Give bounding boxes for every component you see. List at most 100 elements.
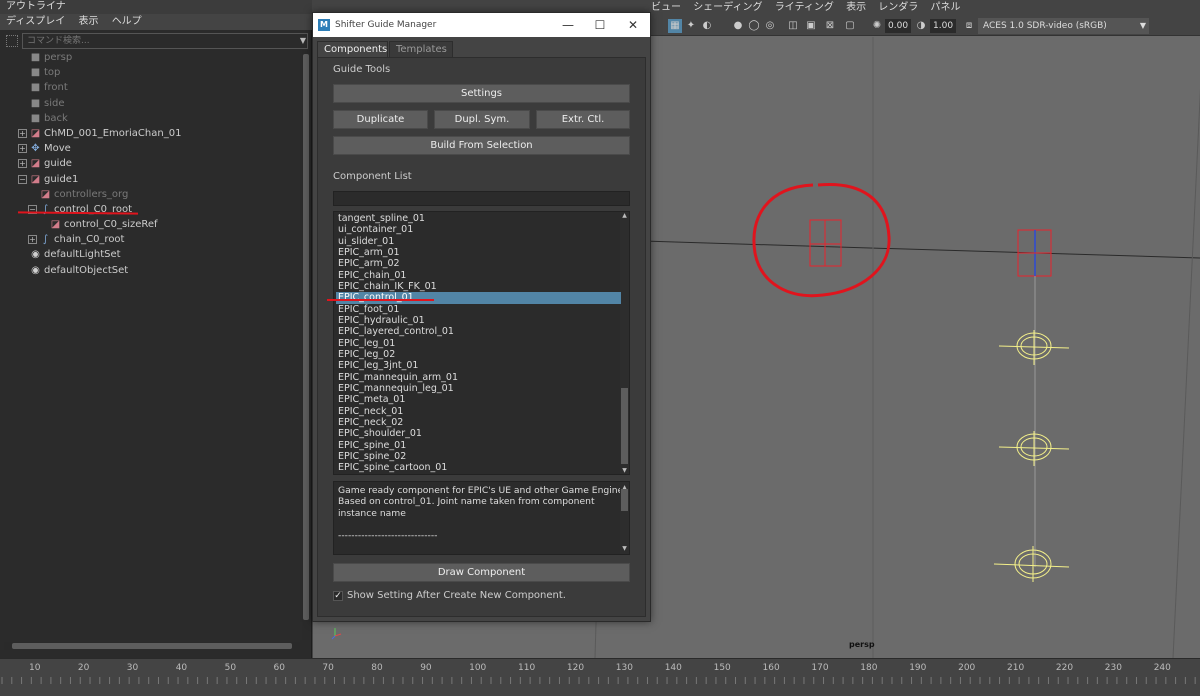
maximize-icon[interactable]: ☐: [585, 13, 615, 37]
isolate-icon[interactable]: ◫: [786, 19, 800, 33]
close-icon[interactable]: ✕: [618, 13, 648, 37]
gamma-icon[interactable]: ◑: [914, 19, 928, 33]
dupl-sym-button[interactable]: Dupl. Sym.: [434, 110, 530, 129]
exposure-field[interactable]: 0.00: [885, 19, 912, 33]
draw-component-button[interactable]: Draw Component: [333, 563, 630, 582]
chain-guide-joint-1[interactable]: [998, 330, 1070, 365]
scroll-down-icon[interactable]: ▼: [621, 543, 628, 554]
outliner-vertical-scrollbar[interactable]: [302, 50, 310, 640]
menu-show[interactable]: 表示: [846, 2, 866, 13]
outliner-item[interactable]: ■ back: [0, 111, 300, 126]
menu-help[interactable]: ヘルプ: [112, 16, 142, 27]
component-list-item[interactable]: ui_slider_01: [336, 236, 621, 247]
component-list-item[interactable]: EPIC_mannequin_leg_01: [336, 383, 621, 394]
scroll-up-icon[interactable]: ▲: [621, 212, 628, 219]
expand-icon[interactable]: +: [18, 159, 27, 169]
build-from-selection-button[interactable]: Build From Selection: [333, 136, 630, 155]
scroll-down-icon[interactable]: ▼: [621, 467, 628, 474]
component-list-item[interactable]: EPIC_mannequin_arm_01: [336, 372, 621, 383]
component-list-item[interactable]: EPIC_leg_3jnt_01: [336, 360, 621, 371]
outliner-item[interactable]: − ∫ control_C0_root: [0, 202, 300, 217]
timeline[interactable]: 10 20 30 40 50 60 70 80 90 100 110 120 130 140 150 160 1…: [0, 658, 1200, 696]
component-list-item[interactable]: EPIC_control_01: [336, 292, 621, 304]
dof-icon[interactable]: ▢: [843, 19, 857, 33]
outliner-item[interactable]: ■ persp: [0, 50, 300, 65]
component-list-item[interactable]: EPIC_spine_01: [336, 440, 621, 451]
component-list-item[interactable]: ui_container_01: [336, 224, 621, 235]
tab-templates[interactable]: Templates: [389, 41, 453, 57]
component-list-item[interactable]: EPIC_chain_IK_FK_01: [336, 281, 621, 292]
component-list-item[interactable]: EPIC_shoulder_01: [336, 428, 621, 439]
outliner-item[interactable]: + ◪ ChMD_001_EmoriaChan_01: [0, 126, 300, 141]
menu-renderer[interactable]: レンダラ: [878, 2, 918, 13]
component-list-item[interactable]: EPIC_neck_02: [336, 417, 621, 428]
chain-guide-joint-2[interactable]: [998, 431, 1070, 466]
scrollbar-thumb[interactable]: [621, 489, 628, 511]
component-list-item[interactable]: EPIC_foot_01: [336, 304, 621, 315]
grid-icon[interactable]: ▦: [668, 19, 682, 33]
component-list-item[interactable]: EPIC_neck_01: [336, 406, 621, 417]
exposure-icon[interactable]: ✺: [870, 19, 884, 33]
component-filter-input[interactable]: [333, 191, 630, 206]
ambient-icon[interactable]: ◯: [747, 19, 761, 33]
component-list-item[interactable]: EPIC_hydraulic_01: [336, 315, 621, 326]
component-list-item[interactable]: EPIC_arm_02: [336, 258, 621, 269]
component-list-item[interactable]: EPIC_spine_02: [336, 451, 621, 462]
scrollbar-thumb[interactable]: [621, 388, 628, 464]
component-list-scrollbar[interactable]: ▲ ▼: [620, 212, 629, 474]
scrollbar-thumb[interactable]: [12, 643, 292, 649]
command-search-input[interactable]: [22, 33, 308, 49]
outliner-item[interactable]: + ◪ guide: [0, 156, 300, 171]
outliner-item[interactable]: ◪ controllers_org: [0, 187, 300, 202]
outliner-item[interactable]: ◉ defaultLightSet: [0, 247, 300, 262]
tab-components[interactable]: Components: [317, 41, 388, 57]
outliner-horizontal-scrollbar[interactable]: [4, 642, 300, 650]
component-list-item[interactable]: EPIC_leg_02: [336, 349, 621, 360]
window-titlebar[interactable]: M Shifter Guide Manager — ☐ ✕: [313, 13, 650, 37]
show-setting-checkbox[interactable]: ✓: [333, 591, 343, 601]
menu-show[interactable]: 表示: [79, 16, 99, 27]
menu-view[interactable]: ビュー: [651, 2, 681, 13]
component-list[interactable]: ▲ ▼ tangent_spline_01 ui_container_01 ui_s…: [333, 211, 630, 475]
outliner-item[interactable]: + ✥ Move: [0, 141, 300, 156]
shadow-icon[interactable]: ◐: [700, 19, 714, 33]
collapse-icon[interactable]: −: [18, 174, 27, 184]
drag-grip-icon[interactable]: [6, 35, 18, 47]
outliner-item[interactable]: ■ side: [0, 96, 300, 111]
minimize-icon[interactable]: —: [553, 13, 583, 37]
timeline-ruler[interactable]: [0, 677, 1200, 695]
component-list-item[interactable]: EPIC_leg_01: [336, 338, 621, 349]
outliner-item[interactable]: − ◪ guide1: [0, 172, 300, 187]
expand-icon[interactable]: +: [18, 144, 27, 154]
settings-button[interactable]: Settings: [333, 84, 630, 103]
color-management-icon[interactable]: ⧈: [962, 19, 976, 33]
chain-guide-joint-3[interactable]: [993, 546, 1070, 582]
outliner-item[interactable]: ◪ control_C0_sizeRef: [0, 217, 300, 232]
xray-icon[interactable]: ◎: [763, 19, 777, 33]
component-list-item[interactable]: EPIC_meta_01: [336, 394, 621, 405]
component-list-item[interactable]: EPIC_arm_01: [336, 247, 621, 258]
duplicate-button[interactable]: Duplicate: [333, 110, 428, 129]
component-list-item[interactable]: EPIC_layered_control_01: [336, 326, 621, 337]
extr-ctl-button[interactable]: Extr. Ctl.: [536, 110, 630, 129]
component-list-item[interactable]: EPIC_spine_cartoon_01: [336, 462, 621, 473]
sphere-icon[interactable]: ●: [731, 19, 745, 33]
outliner-item[interactable]: ◉ defaultObjectSet: [0, 263, 300, 278]
expand-icon[interactable]: +: [28, 235, 37, 245]
component-list-item[interactable]: tangent_spline_01: [336, 213, 621, 224]
outliner-item[interactable]: + ∫ chain_C0_root: [0, 232, 300, 247]
menu-display[interactable]: ディスプレイ: [6, 16, 65, 27]
outliner-item[interactable]: ■ front: [0, 80, 300, 95]
component-list-item[interactable]: EPIC_chain_01: [336, 270, 621, 281]
light-icon[interactable]: ✦: [684, 19, 698, 33]
control-guide-left[interactable]: [809, 219, 842, 267]
scrollbar-thumb[interactable]: [303, 54, 309, 620]
expand-icon[interactable]: +: [18, 128, 27, 138]
color-space-select[interactable]: ACES 1.0 SDR-video (sRGB) ▼: [978, 18, 1149, 34]
chevron-down-icon[interactable]: ▼: [300, 36, 306, 45]
menu-panels[interactable]: パネル: [930, 2, 960, 13]
outliner-item[interactable]: ■ top: [0, 65, 300, 80]
control-guide-right[interactable]: [1017, 229, 1052, 277]
motion-blur-icon[interactable]: ▣: [804, 19, 818, 33]
menu-lighting[interactable]: ライティング: [775, 2, 834, 13]
